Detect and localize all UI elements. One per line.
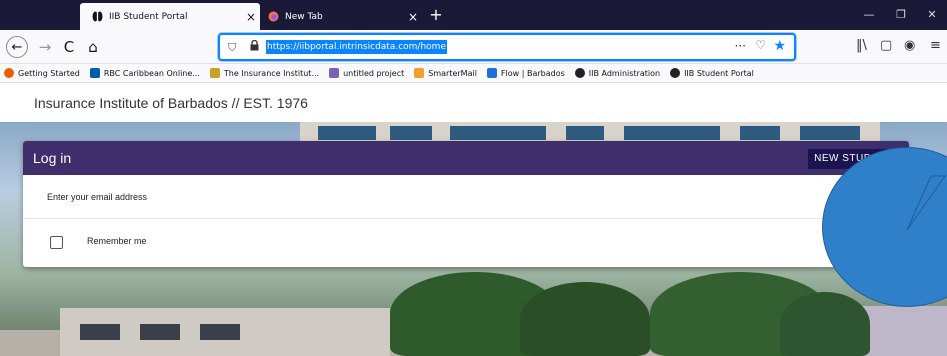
address-bar[interactable]: ⛉ https://iibportal.intrinsicdata.com/ho… — [218, 33, 796, 61]
iib-favicon-icon — [92, 11, 103, 22]
remember-row: Remember me — [23, 219, 909, 267]
restore-button[interactable]: ❐ — [886, 0, 916, 30]
forward-button[interactable]: → — [34, 36, 56, 58]
window-close-button[interactable]: ✕ — [917, 0, 947, 30]
email-field[interactable] — [47, 187, 847, 207]
bookmark-label: IIB Administration — [588, 68, 661, 78]
bookmark-untitled-project[interactable]: untitled project — [329, 68, 404, 78]
firefox-icon — [4, 68, 14, 78]
flow-icon — [486, 68, 497, 78]
back-button[interactable]: ← — [6, 36, 28, 58]
home-button[interactable]: ⌂ — [82, 36, 104, 58]
remember-me-checkbox[interactable] — [50, 236, 63, 249]
browser-tab-strip: IIB Student Portal × New Tab × + — ❐ ✕ — [0, 0, 947, 30]
url-text[interactable]: https://iibportal.intrinsicdata.com/home — [266, 40, 447, 54]
bookmark-label: Flow | Barbados — [500, 68, 565, 78]
new-tab-button[interactable]: + — [426, 5, 446, 25]
mail-icon — [414, 68, 425, 78]
login-title: Log in — [33, 150, 72, 166]
page-content: Insurance Institute of Barbados // EST. … — [0, 84, 947, 356]
pocket-icon[interactable]: ♡ — [755, 38, 766, 52]
bookmark-star-icon[interactable]: ★ — [773, 38, 786, 54]
email-row: → — [23, 175, 909, 219]
iib-icon — [574, 68, 585, 78]
insurance-icon — [209, 68, 220, 78]
bookmark-label: RBC Caribbean Online... — [103, 68, 200, 78]
bookmark-label: The Insurance Institut... — [223, 68, 320, 78]
site-title: Insurance Institute of Barbados // EST. … — [34, 95, 308, 111]
tab-new-tab[interactable]: New Tab × — [262, 3, 422, 30]
tab-close-icon[interactable]: × — [404, 10, 422, 24]
library-icon[interactable]: ‖\ — [856, 38, 867, 53]
tab-iib-student-portal[interactable]: IIB Student Portal × — [80, 3, 260, 30]
bookmark-label: SmarterMail — [428, 68, 477, 78]
bookmark-label: IIB Student Portal — [684, 68, 754, 78]
bookmark-smartermail[interactable]: SmarterMail — [414, 68, 477, 78]
callout-pointer — [906, 175, 946, 231]
bookmark-insurance-institute[interactable]: The Insurance Institut... — [209, 68, 320, 78]
remember-me-label[interactable]: Remember me — [87, 236, 147, 246]
bookmark-label: Getting Started — [18, 68, 80, 78]
bookmark-iib-administration[interactable]: IIB Administration — [574, 68, 661, 78]
site-header: Insurance Institute of Barbados // EST. … — [0, 84, 947, 122]
lock-icon[interactable] — [250, 40, 259, 51]
bookmark-getting-started[interactable]: Getting Started — [4, 68, 80, 78]
project-icon — [329, 68, 340, 78]
bookmark-iib-student-portal[interactable]: IIB Student Portal — [670, 68, 754, 78]
tab-close-icon[interactable]: × — [242, 10, 260, 24]
tab-label: IIB Student Portal — [109, 11, 188, 22]
account-icon[interactable]: ◉ — [904, 38, 915, 53]
login-card-header: Log in NEW STUDENT — [23, 141, 909, 175]
reload-button[interactable]: C — [58, 36, 80, 58]
tab-label: New Tab — [285, 11, 323, 22]
bookmark-flow-barbados[interactable]: Flow | Barbados — [486, 68, 565, 78]
firefox-icon — [268, 11, 279, 22]
menu-icon[interactable]: ≡ — [930, 38, 941, 53]
minimize-button[interactable]: — — [854, 0, 884, 30]
navigation-toolbar: ← → C ⌂ ⛉ https://iibportal.intrinsicdat… — [0, 30, 947, 64]
sidebar-icon[interactable]: ▢ — [880, 38, 892, 53]
page-actions-icon[interactable]: ··· — [735, 39, 746, 53]
bookmarks-toolbar: Getting Started RBC Caribbean Online... … — [0, 64, 947, 83]
iib-icon — [670, 68, 681, 78]
bookmark-label: untitled project — [343, 68, 405, 78]
bookmark-rbc[interactable]: RBC Caribbean Online... — [89, 68, 200, 78]
rbc-icon — [89, 68, 100, 78]
tracking-shield-icon[interactable]: ⛉ — [228, 41, 236, 55]
login-card: Log in NEW STUDENT → Remember me — [23, 141, 909, 267]
